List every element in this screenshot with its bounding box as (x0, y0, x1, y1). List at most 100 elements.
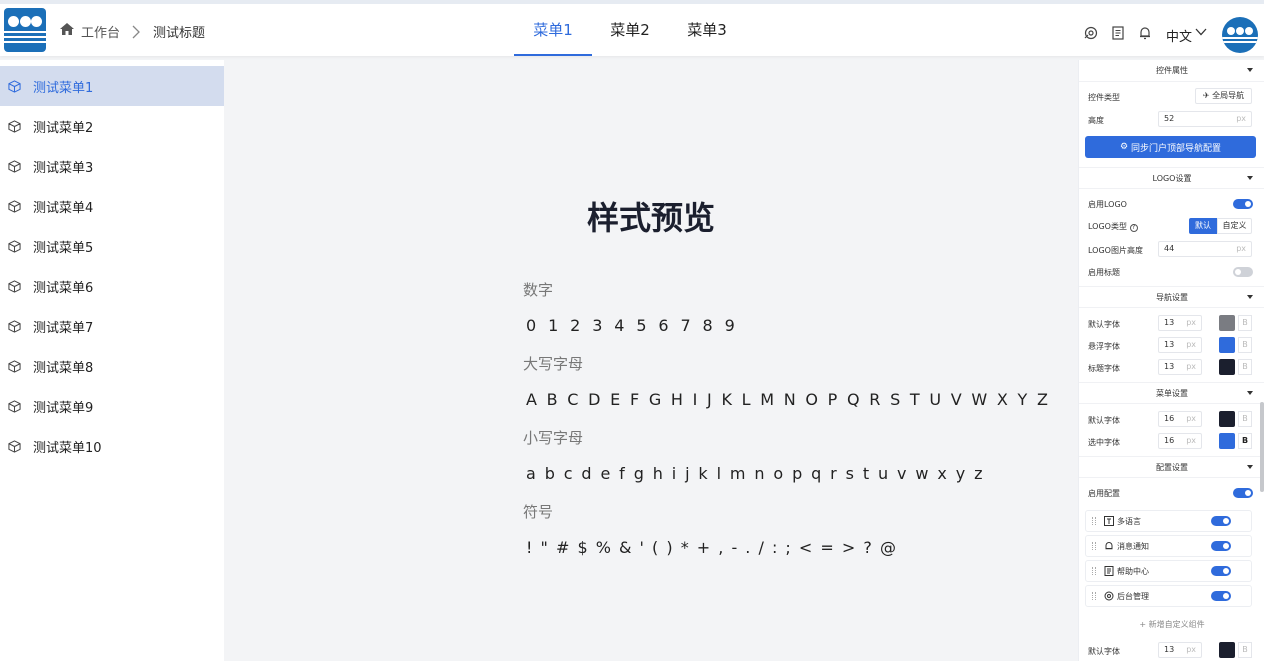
config-default-font-color[interactable] (1219, 642, 1235, 658)
sidebar-item-1[interactable]: 测试菜单1 (0, 66, 224, 106)
font-size-value: 16 (1164, 414, 1175, 423)
preview-lowercase: a b c d e f g h i j k l m n o p q r s t … (526, 464, 985, 483)
unit-label: px (1186, 318, 1196, 327)
nav-font-bold-2[interactable]: B (1238, 359, 1252, 375)
section-nav-settings[interactable]: 导航设置 (1079, 286, 1264, 308)
sync-button-label: 同步门户顶部导航配置 (1131, 143, 1222, 154)
sidebar-item-label: 测试菜单3 (33, 160, 94, 176)
sync-nav-config-button[interactable]: ⚙ 同步门户顶部导航配置 (1085, 136, 1256, 158)
sidebar-item-3[interactable]: 测试菜单3 (0, 146, 224, 186)
drag-handle-icon[interactable] (1092, 542, 1096, 550)
config-item-label: 多语言 (1117, 516, 1141, 526)
sidebar-item-10[interactable]: 测试菜单10 (0, 426, 224, 466)
preview-digits: 0 1 2 3 4 5 6 7 8 9 (526, 316, 739, 335)
menu-font-bold-1[interactable]: B (1238, 433, 1252, 449)
language-select[interactable]: 中文 (1166, 26, 1192, 45)
nav-font-color-1[interactable] (1219, 337, 1235, 353)
caret-down-icon (1247, 391, 1253, 395)
add-custom-component-button[interactable]: + 新增自定义组件 (1079, 619, 1264, 630)
sidebar-item-label: 测试菜单10 (33, 440, 102, 456)
nav-font-size-1[interactable]: 13 px (1158, 337, 1202, 353)
cube-icon (8, 119, 21, 133)
translate-icon (1104, 516, 1114, 526)
logo-img-height-input[interactable]: 44 px (1158, 241, 1252, 257)
admin-settings-icon[interactable] (1084, 26, 1098, 40)
nav-font-label-0: 默认字体 (1088, 320, 1120, 329)
config-item-toggle[interactable] (1211, 591, 1231, 601)
menu-font-size-0[interactable]: 16 px (1158, 411, 1202, 427)
nav-font-bold-1[interactable]: B (1238, 337, 1252, 353)
height-label: 高度 (1088, 116, 1104, 125)
caret-down-icon (1247, 465, 1253, 469)
section-menu-settings[interactable]: 菜单设置 (1079, 382, 1264, 404)
cube-icon (8, 159, 21, 173)
drag-handle-icon[interactable] (1092, 592, 1096, 600)
nav-tab-3[interactable]: 菜单3 (677, 4, 737, 56)
enable-title-label: 启用标题 (1088, 268, 1120, 277)
logo-type-default[interactable]: 默认 (1189, 218, 1217, 234)
sidebar-item-6[interactable]: 测试菜单6 (0, 266, 224, 306)
preview-label-uppercase: 大写字母 (523, 355, 584, 373)
config-item-2[interactable]: 消息通知 (1085, 535, 1252, 557)
section-config-settings[interactable]: 配置设置 (1079, 456, 1264, 478)
config-item-toggle[interactable] (1211, 516, 1231, 526)
sidebar-item-7[interactable]: 测试菜单7 (0, 306, 224, 346)
enable-config-toggle[interactable] (1233, 488, 1253, 498)
config-item-4[interactable]: 后台管理 (1085, 585, 1252, 607)
config-item-toggle[interactable] (1211, 541, 1231, 551)
sidebar-item-5[interactable]: 测试菜单5 (0, 226, 224, 266)
breadcrumb-workbench[interactable]: 工作台 (81, 22, 120, 41)
app-logo[interactable] (4, 8, 46, 52)
sidebar-item-label: 测试菜单9 (33, 400, 94, 416)
nav-font-size-2[interactable]: 13 px (1158, 359, 1202, 375)
user-avatar[interactable] (1222, 17, 1258, 53)
unit-label: px (1236, 244, 1246, 253)
unit-label: px (1186, 645, 1196, 654)
menu-font-color-0[interactable] (1219, 411, 1235, 427)
nav-font-color-0[interactable] (1219, 315, 1235, 331)
font-size-value: 16 (1164, 436, 1175, 445)
menu-font-size-1[interactable]: 16 px (1158, 433, 1202, 449)
bell-icon[interactable] (1138, 26, 1152, 40)
nav-tab-2[interactable]: 菜单2 (600, 4, 660, 56)
logo-type-custom[interactable]: 自定义 (1217, 218, 1252, 234)
global-nav-button[interactable]: ✈ 全局导航 (1195, 88, 1252, 104)
help-doc-icon[interactable] (1111, 26, 1125, 40)
unit-label: px (1186, 362, 1196, 371)
config-default-font-bold[interactable]: B (1238, 642, 1252, 658)
caret-down-icon (1247, 176, 1253, 180)
sidebar-item-label: 测试菜单7 (33, 320, 94, 336)
sidebar-item-9[interactable]: 测试菜单9 (0, 386, 224, 426)
sidebar-item-4[interactable]: 测试菜单4 (0, 186, 224, 226)
sidebar-item-2[interactable]: 测试菜单2 (0, 106, 224, 146)
font-size-value: 13 (1164, 362, 1175, 371)
preview-symbols: ! " # $ % & ' ( ) * + , - . / : ; < = > … (526, 538, 898, 557)
config-default-font-size[interactable]: 13 px (1158, 642, 1202, 658)
chevron-down-icon[interactable] (1195, 28, 1207, 36)
nav-font-size-0[interactable]: 13 px (1158, 315, 1202, 331)
config-item-toggle[interactable] (1211, 566, 1231, 576)
sidebar-item-label: 测试菜单2 (33, 120, 94, 136)
home-icon[interactable] (60, 23, 74, 35)
nav-tab-1[interactable]: 菜单1 (514, 4, 592, 56)
nav-font-label-1: 悬浮字体 (1088, 342, 1120, 351)
sidebar-item-8[interactable]: 测试菜单8 (0, 346, 224, 386)
drag-handle-icon[interactable] (1092, 567, 1096, 575)
drag-handle-icon[interactable] (1092, 517, 1096, 525)
chevron-right-icon (132, 25, 140, 39)
menu-font-color-1[interactable] (1219, 433, 1235, 449)
section-logo[interactable]: LOGO设置 (1079, 167, 1264, 189)
preview-uppercase: A B C D E F G H I J K L M N O P Q R S T … (526, 390, 1051, 409)
nav-font-bold-0[interactable]: B (1238, 315, 1252, 331)
config-item-3[interactable]: 帮助中心 (1085, 560, 1252, 582)
config-item-1[interactable]: 多语言 (1085, 510, 1252, 532)
panel-scrollbar[interactable] (1260, 402, 1264, 492)
enable-logo-toggle[interactable] (1233, 199, 1253, 209)
config-default-font-label: 默认字体 (1088, 647, 1120, 656)
height-input[interactable]: 52 px (1158, 111, 1252, 127)
section-control-props[interactable]: 控件属性 (1079, 60, 1264, 82)
enable-title-toggle[interactable] (1233, 267, 1253, 277)
cube-icon (8, 199, 21, 213)
menu-font-bold-0[interactable]: B (1238, 411, 1252, 427)
nav-font-color-2[interactable] (1219, 359, 1235, 375)
